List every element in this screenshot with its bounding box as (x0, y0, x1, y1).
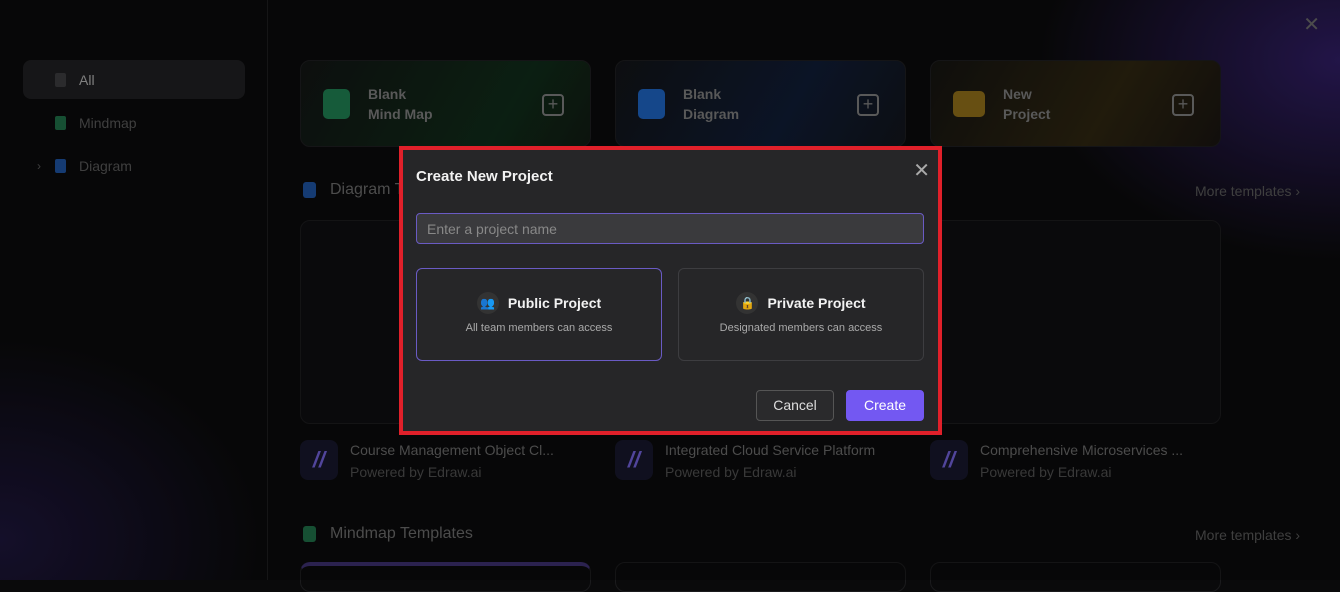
option-desc: Designated members can access (719, 322, 883, 334)
users-icon: 👥 (476, 292, 499, 314)
dialog-title: Create New Project (416, 168, 553, 185)
option-title: Private Project (767, 295, 866, 311)
create-project-dialog: Create New Project ✕ 👥 Public Project All… (403, 150, 938, 431)
public-project-option[interactable]: 👥 Public Project All team members can acc… (416, 268, 662, 361)
option-title: Public Project (507, 295, 602, 311)
close-icon[interactable]: ✕ (913, 158, 930, 183)
option-desc: All team members can access (465, 322, 613, 334)
project-name-input[interactable] (416, 213, 924, 244)
lock-icon: 🔒 (736, 292, 759, 314)
cancel-button[interactable]: Cancel (756, 390, 834, 421)
create-button[interactable]: Create (846, 390, 924, 421)
private-project-option[interactable]: 🔒 Private Project Designated members can … (678, 268, 924, 361)
